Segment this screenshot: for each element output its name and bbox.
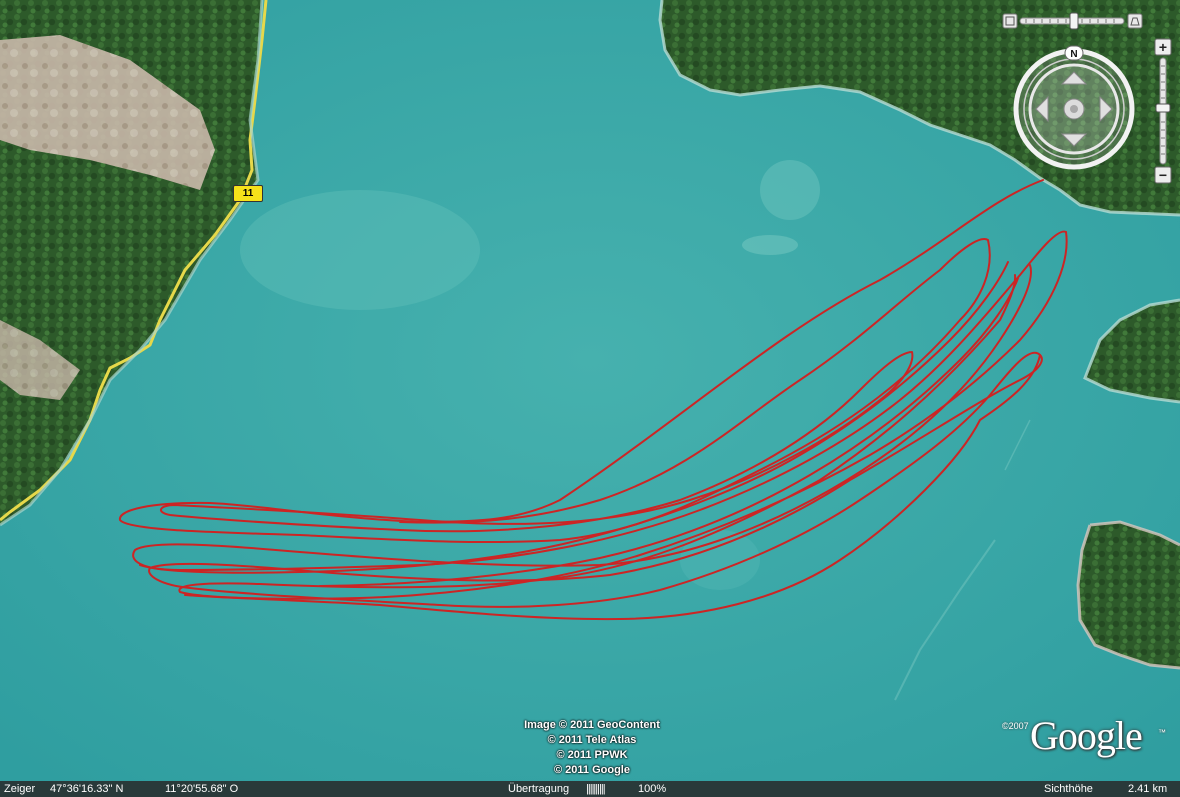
status-bar: Zeiger 47°36'16.33" N 11°20'55.68" O Übe… — [0, 781, 1180, 797]
satellite-map[interactable] — [0, 0, 1180, 797]
pointer-label: Zeiger — [4, 783, 36, 795]
imagery-attribution: Image © 2011 GeoContent © 2011 Tele Atla… — [492, 718, 692, 778]
zoom-out-label: − — [1159, 167, 1167, 183]
attribution-line: Image © 2011 GeoContent — [524, 719, 660, 731]
logo-copyright-year: ©2007 — [1002, 721, 1029, 731]
attribution-line: © 2011 Tele Atlas — [547, 734, 637, 746]
streaming-percent: 100% — [638, 783, 667, 795]
google-logo: Google — [1030, 713, 1143, 758]
attribution-line: © 2011 Google — [554, 764, 630, 776]
zoom-in-label: + — [1159, 39, 1167, 55]
shallow-patch — [760, 160, 820, 220]
map-viewport[interactable]: 11 N + − Image © 2011 GeoContent © 2011 … — [0, 0, 1180, 797]
compass-north-label: N — [1070, 49, 1077, 60]
shallow-patch — [240, 190, 480, 310]
tilt-top-icon[interactable] — [1002, 13, 1018, 29]
tilt-perspective-icon[interactable] — [1127, 13, 1143, 29]
eye-altitude-value: 2.41 km — [1128, 783, 1168, 795]
navigation-control[interactable]: N — [1012, 44, 1137, 174]
zoom-slider[interactable]: + − — [1153, 38, 1173, 184]
eye-altitude-label: Sichthöhe — [1044, 783, 1093, 795]
streaming-progress-bar: |||||||||| — [586, 783, 606, 795]
tilt-handle[interactable] — [1069, 12, 1079, 30]
shallow-patch — [742, 235, 798, 255]
attribution-line: © 2011 PPWK — [556, 749, 628, 761]
road-shield-11: 11 — [233, 185, 263, 202]
pointer-latitude: 47°36'16.33" N — [50, 783, 124, 795]
streaming-label: Übertragung — [508, 783, 570, 795]
trademark-symbol: ™ — [1158, 728, 1166, 737]
tilt-slider[interactable] — [1002, 12, 1144, 30]
zoom-handle[interactable] — [1155, 103, 1171, 113]
pointer-longitude: 11°20'55.68" O — [165, 783, 239, 795]
